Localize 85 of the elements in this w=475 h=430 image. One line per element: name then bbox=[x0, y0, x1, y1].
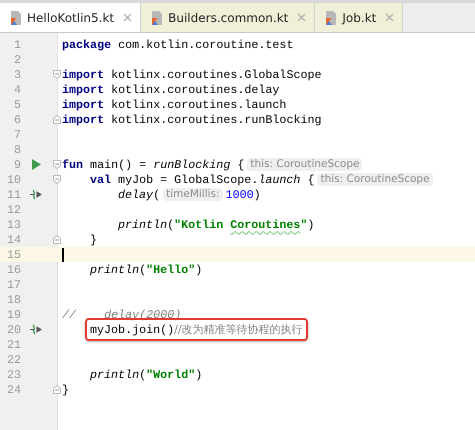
keyword: package bbox=[62, 38, 112, 52]
editor-tab[interactable]: Job.kt bbox=[315, 3, 404, 32]
line-number: 14 bbox=[6, 232, 21, 246]
fold-icon[interactable] bbox=[53, 70, 61, 79]
string-literal: " bbox=[300, 218, 308, 232]
kotlin-file-icon bbox=[325, 10, 338, 24]
line-number: 11 bbox=[6, 188, 21, 202]
code-text: com.kotlin.coroutine.test bbox=[117, 38, 294, 52]
line-number: 23 bbox=[6, 368, 21, 382]
close-icon[interactable] bbox=[297, 13, 306, 22]
keyword: fun bbox=[62, 158, 84, 172]
line-number: 19 bbox=[6, 308, 21, 322]
code-text: ) bbox=[195, 262, 202, 276]
code-text: kotlinx.coroutines.launch bbox=[110, 98, 286, 112]
number-literal: 1000 bbox=[226, 188, 254, 202]
parameter-hint: timeMillis: bbox=[163, 188, 223, 201]
code-text: } bbox=[62, 382, 70, 396]
line-number: 3 bbox=[12, 68, 21, 82]
line-number: 18 bbox=[6, 292, 21, 306]
fold-icon[interactable] bbox=[53, 175, 61, 184]
run-icon[interactable] bbox=[30, 159, 42, 170]
code-text: ) bbox=[195, 368, 202, 382]
close-icon[interactable] bbox=[385, 13, 394, 22]
function-name: runBlocking bbox=[153, 158, 230, 172]
keyword: import bbox=[62, 112, 104, 126]
line-number: 12 bbox=[6, 202, 21, 216]
line-number: 24 bbox=[6, 382, 21, 396]
code-text: myJob.join() bbox=[90, 322, 174, 336]
code-text: kotlinx.coroutines.runBlocking bbox=[110, 112, 322, 126]
function-name: println bbox=[90, 368, 140, 382]
kotlin-file-icon bbox=[10, 10, 22, 24]
line-number: 13 bbox=[6, 218, 21, 232]
line-number: 15 bbox=[6, 248, 21, 262]
string-literal: Coroutines bbox=[230, 218, 300, 232]
string-literal: "Kotlin bbox=[174, 218, 224, 232]
code-text: ) bbox=[254, 188, 261, 202]
editor-tab[interactable]: HelloKotlin5.kt bbox=[0, 3, 142, 32]
fold-icon[interactable] bbox=[53, 385, 61, 394]
line-number: 20 bbox=[6, 322, 21, 336]
code-text: ( bbox=[139, 262, 146, 276]
code-text: kotlinx.coroutines.delay bbox=[110, 82, 280, 96]
code-text: } bbox=[90, 232, 98, 246]
code-comment: //改为精准等待协程的执行 bbox=[174, 322, 303, 337]
fold-icon[interactable] bbox=[53, 235, 61, 244]
code-comment: // delay(2000) bbox=[62, 308, 182, 322]
text-cursor bbox=[62, 248, 64, 262]
line-number: 4 bbox=[12, 82, 21, 96]
code-text: myJob = GlobalScope. bbox=[117, 172, 258, 186]
keyword: import bbox=[62, 82, 104, 96]
function-name: println bbox=[90, 262, 140, 276]
line-number: 6 bbox=[12, 112, 21, 126]
line-number: 5 bbox=[12, 98, 21, 112]
editor-tab[interactable]: Builders.common.kt bbox=[141, 3, 316, 32]
line-number: 8 bbox=[12, 142, 21, 156]
function-name: delay bbox=[118, 188, 154, 202]
line-number: 21 bbox=[6, 338, 21, 352]
string-literal: "World" bbox=[146, 368, 196, 382]
line-number: 1 bbox=[12, 38, 21, 52]
fold-icon[interactable] bbox=[53, 115, 61, 124]
keyword: import bbox=[62, 98, 104, 112]
line-number: 10 bbox=[6, 172, 21, 186]
line-number: 22 bbox=[6, 352, 21, 366]
parameter-hint: this: CoroutineScope bbox=[247, 158, 362, 171]
line-number: 2 bbox=[12, 52, 21, 66]
function-name: println bbox=[118, 218, 168, 232]
code-text: ) bbox=[307, 218, 314, 232]
kotlin-file-icon bbox=[151, 10, 164, 24]
code-text: kotlinx.coroutines.GlobalScope bbox=[110, 68, 322, 82]
function-name: launch bbox=[258, 172, 300, 186]
code-text: ( bbox=[139, 368, 146, 382]
keyword: val bbox=[90, 172, 112, 186]
line-number: 16 bbox=[6, 262, 21, 276]
code-text: main() = bbox=[89, 158, 148, 172]
code-text: ( bbox=[153, 188, 160, 202]
fold-icon[interactable] bbox=[53, 160, 61, 169]
close-icon[interactable] bbox=[123, 13, 132, 22]
code-text: { bbox=[236, 158, 244, 172]
string-literal: "Hello" bbox=[146, 262, 196, 276]
line-number: 9 bbox=[12, 158, 21, 172]
code-text: { bbox=[306, 172, 314, 186]
line-number: 7 bbox=[12, 128, 21, 142]
keyword: import bbox=[62, 68, 104, 82]
code-text: ( bbox=[167, 218, 174, 232]
line-number: 17 bbox=[6, 278, 21, 292]
parameter-hint: this: CoroutineScope bbox=[317, 173, 433, 186]
